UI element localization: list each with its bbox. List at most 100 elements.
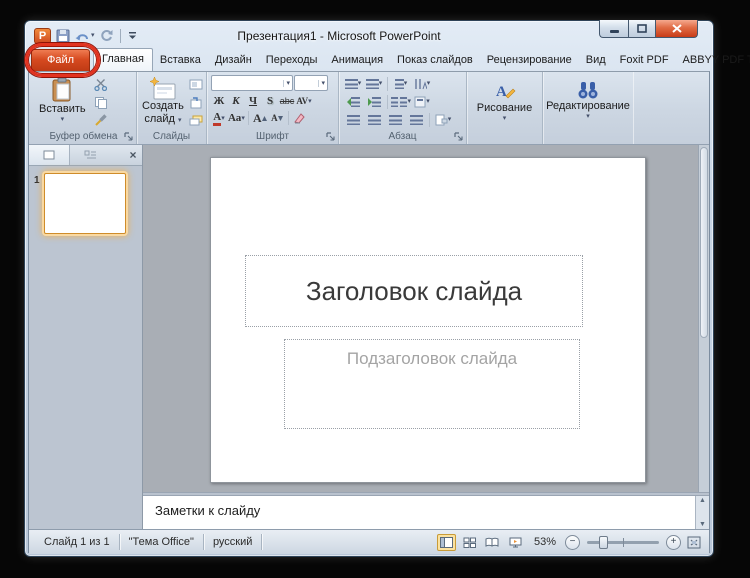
group-paragraph: ▾ ▾ ▾ ▾ ▾ ▾ [339,72,467,144]
strikethrough-button[interactable]: abc [279,93,295,109]
slide-thumbnail[interactable] [44,173,126,234]
tab-insert[interactable]: Вставка [153,49,208,71]
scrollbar-thumb[interactable] [700,147,708,338]
save-icon[interactable] [56,29,70,43]
redo-icon[interactable] [100,29,113,42]
text-shadow-button[interactable]: S [262,93,278,109]
title-placeholder-text: Заголовок слайда [306,276,522,307]
reset-slide-icon[interactable] [186,94,206,111]
maximize-button[interactable] [628,20,655,38]
customize-qat-icon[interactable] [128,31,137,40]
editing-button[interactable]: Редактирование ▾ [547,78,629,122]
character-spacing-button[interactable]: AV▾ [296,93,312,109]
font-color-button[interactable]: А▾ [211,110,227,126]
normal-view-button[interactable] [437,534,456,551]
underline-button[interactable]: Ч [245,93,261,109]
cut-icon[interactable] [91,76,111,93]
clear-formatting-button[interactable] [292,110,308,126]
tab-home[interactable]: Главная [93,48,153,71]
bold-button[interactable]: Ж [211,93,227,109]
editing-dropdown-icon[interactable]: ▾ [586,113,590,120]
change-case-button[interactable]: Аа▾ [228,110,245,126]
title-bar[interactable]: P ▾ Презентация1 - Microsoft PowerPoint [28,21,710,47]
font-name-combo[interactable]: ▾ [211,75,293,91]
zoom-slider-tick [623,538,624,547]
zoom-in-button[interactable]: + [666,535,681,550]
paragraph-group-label: Абзац [339,131,466,142]
undo-icon[interactable]: ▾ [75,30,95,42]
slides-tab[interactable] [29,145,70,165]
new-slide-button[interactable]: Создать слайд ▾ [141,75,185,127]
outline-tab[interactable] [70,145,111,165]
italic-button[interactable]: К [228,93,244,109]
increase-indent-icon[interactable] [364,93,384,110]
slide-sorter-view-button[interactable] [460,534,479,551]
format-painter-icon[interactable] [91,112,111,129]
subtitle-placeholder-text: Подзаголовок слайда [347,349,517,368]
tab-abbyy-pdf[interactable]: ABBYY PDF Transformer+ [676,49,750,71]
zoom-slider[interactable] [587,541,659,544]
zoom-out-button[interactable]: − [565,535,580,550]
reading-view-button[interactable] [483,534,502,551]
numbering-icon[interactable]: ▾ [364,75,384,92]
undo-dropdown-icon[interactable]: ▾ [91,32,95,39]
zoom-slider-thumb[interactable] [599,536,608,549]
status-language[interactable]: русский [204,534,262,550]
tab-file[interactable]: Файл [31,49,90,71]
zoom-level[interactable]: 53% [529,536,561,548]
fit-slide-to-window-button[interactable] [685,534,703,551]
scroll-down-icon[interactable]: ▼ [699,521,706,528]
paste-button[interactable]: Вставить ▾ [35,75,90,125]
group-drawing: А Рисование ▾ [467,72,543,144]
close-panel-icon[interactable]: × [124,148,142,162]
align-right-icon[interactable] [385,111,405,128]
notes-pane[interactable]: Заметки к слайду ▲ ▼ [143,496,709,529]
shrink-font-button[interactable]: А [269,110,285,126]
tab-foxit-pdf[interactable]: Foxit PDF [613,49,676,71]
font-size-combo[interactable]: ▾ [294,75,328,91]
subtitle-placeholder[interactable]: Подзаголовок слайда [284,339,580,429]
paragraph-dialog-launcher-icon[interactable] [454,132,463,141]
section-icon[interactable] [186,112,206,129]
smartart-convert-icon[interactable]: ▾ [433,111,453,128]
tab-review[interactable]: Рецензирование [480,49,579,71]
font-dialog-launcher-icon[interactable] [326,132,335,141]
bullets-icon[interactable]: ▾ [343,75,363,92]
align-left-icon[interactable] [343,111,363,128]
paste-dropdown-icon[interactable]: ▾ [61,116,65,123]
group-editing: Редактирование ▾ [543,72,633,144]
close-button[interactable] [655,20,698,38]
minimize-button[interactable] [599,20,628,38]
slide-canvas[interactable]: Заголовок слайда Подзаголовок слайда [210,157,646,483]
drawing-dropdown-icon[interactable]: ▾ [503,115,507,122]
vertical-scrollbar[interactable] [698,145,709,492]
slide-thumbnail-item[interactable]: 1 [29,166,142,234]
clipboard-icon [50,77,74,103]
align-center-icon[interactable] [364,111,384,128]
shrink-caret-icon [278,116,283,121]
powerpoint-app-icon[interactable]: P [34,28,51,44]
tab-animations[interactable]: Анимация [324,49,390,71]
title-placeholder[interactable]: Заголовок слайда [245,255,583,327]
align-text-icon[interactable]: ▾ [412,93,432,110]
copy-icon[interactable] [91,94,111,111]
tab-slideshow[interactable]: Показ слайдов [390,49,480,71]
status-theme[interactable]: "Тема Office" [120,534,204,550]
slide-layout-icon[interactable] [186,76,206,93]
new-slide-dropdown-icon[interactable]: ▾ [178,117,182,124]
tab-transitions[interactable]: Переходы [259,49,325,71]
decrease-indent-icon[interactable] [343,93,363,110]
grow-font-button[interactable]: А [252,110,268,126]
clipboard-dialog-launcher-icon[interactable] [124,132,133,141]
line-spacing-icon[interactable]: ▾ [391,75,411,92]
tab-view[interactable]: Вид [579,49,613,71]
qat-separator [120,29,121,43]
drawing-button[interactable]: А Рисование ▾ [471,78,538,124]
justify-icon[interactable] [406,111,426,128]
tab-design[interactable]: Дизайн [208,49,259,71]
notes-scrollbar[interactable]: ▲ ▼ [695,496,709,529]
text-direction-icon[interactable]: ▾ [412,75,432,92]
scroll-up-icon[interactable]: ▲ [699,497,706,504]
slideshow-view-button[interactable] [506,534,525,551]
columns-icon[interactable]: ▾ [391,93,411,110]
